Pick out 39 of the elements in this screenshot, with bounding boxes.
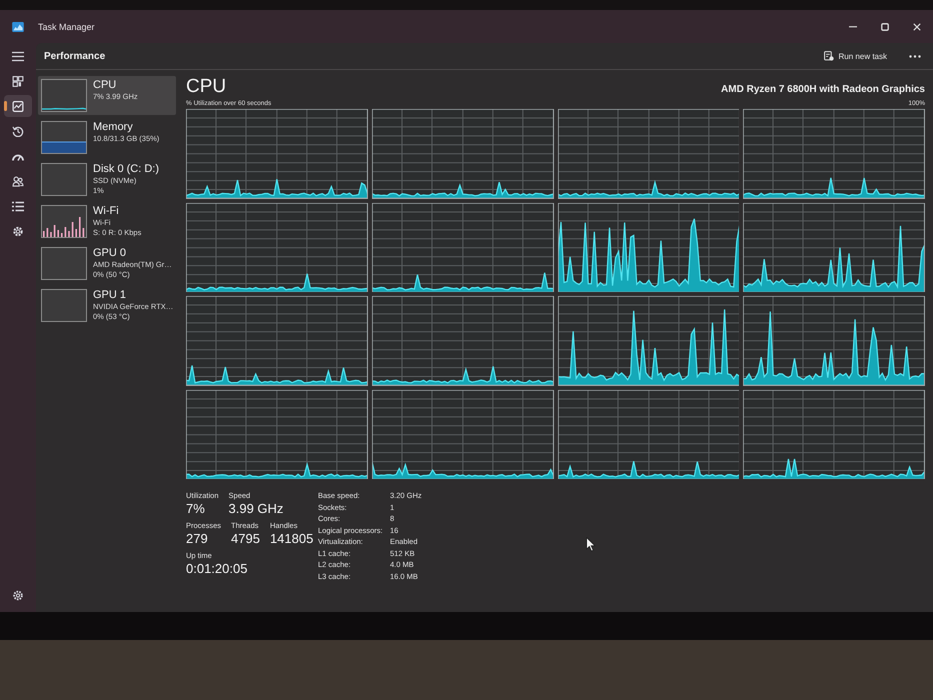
nav-button[interactable] <box>4 95 32 117</box>
device-name: Disk 0 (C: D:) <box>93 163 159 176</box>
stat-value: 3.99 GHz <box>228 501 284 517</box>
device-name: Wi-Fi <box>93 205 120 218</box>
run-task-icon <box>824 51 834 61</box>
device-name: GPU 1 <box>93 289 128 302</box>
mini-graph-thumbnail <box>41 79 87 112</box>
close-icon <box>913 22 921 30</box>
cpu-title: CPU <box>186 76 226 98</box>
stat-value: 4795 <box>231 531 260 547</box>
stat-value: 0:01:20:05 <box>186 561 248 577</box>
mini-graph-thumbnail <box>41 247 87 280</box>
device-name: Memory <box>93 121 134 134</box>
run-new-task-button[interactable]: Run new task <box>818 48 893 64</box>
history-icon <box>12 126 24 136</box>
cog-icon <box>12 226 24 236</box>
app-icon <box>12 22 24 32</box>
mini-graph-thumbnail <box>41 121 87 154</box>
device-name: GPU 0 <box>93 247 128 260</box>
window-title: Task Manager <box>38 22 95 32</box>
more-icon <box>909 54 921 58</box>
cpu-model: AMD Ryzen 7 6800H with Radeon Graphics <box>721 84 925 95</box>
maximize-icon <box>881 22 889 30</box>
menu-icon <box>12 50 24 62</box>
mini-graph-thumbnail <box>41 289 87 322</box>
users-icon <box>12 176 24 186</box>
stat-value: 279 <box>186 531 209 547</box>
tiles-icon <box>12 76 24 86</box>
list-icon <box>12 200 24 212</box>
mini-graph-thumbnail <box>41 163 87 196</box>
minimize-icon <box>849 26 857 28</box>
settings-icon <box>12 590 24 600</box>
stat-value: 141805 <box>270 531 314 547</box>
mouse-cursor-icon <box>586 537 596 552</box>
page-title: Performance <box>44 50 106 62</box>
mini-graph-thumbnail <box>41 205 87 238</box>
chart-icon <box>12 100 24 112</box>
stat-value: 7% <box>186 501 206 517</box>
device-name: CPU <box>93 79 118 92</box>
